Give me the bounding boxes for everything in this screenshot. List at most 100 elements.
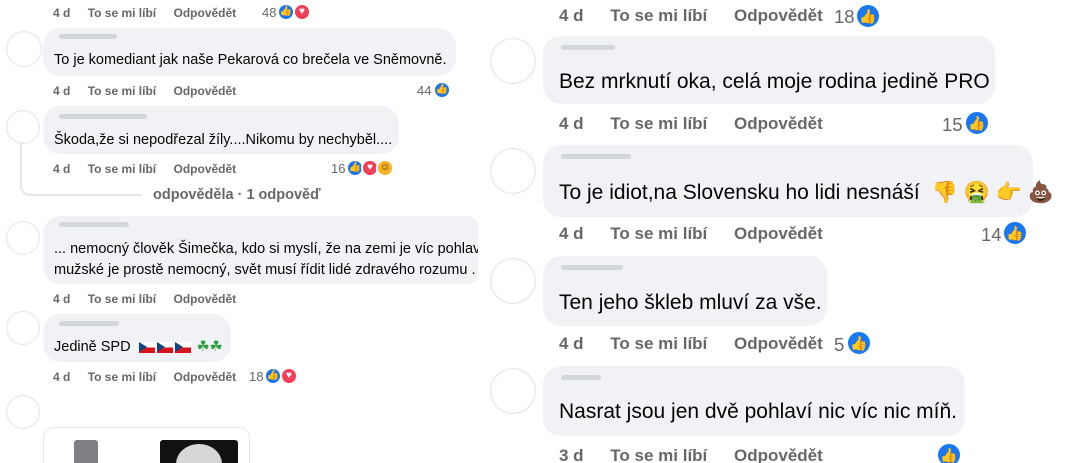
poop-icon: 💩 [1027,181,1054,205]
comment-bubble: Jedině SPD ☘☘ [43,314,231,362]
reaction-count: 5 [834,334,845,355]
timestamp: 4 d [53,6,71,20]
attachment-thumbnail [160,440,238,463]
timestamp: 4 d [559,6,584,25]
reply-link[interactable]: Odpovědět [734,224,823,244]
like-link[interactable]: To se mi líbí [610,6,707,26]
comment-text: Jedině SPD ☘☘ [54,339,223,355]
reaction-count: 18 [249,369,264,384]
comment-meta-row: 3 d To se mi líbí Odpovědět [559,446,823,463]
commenter-name-redacted[interactable] [59,321,119,326]
comment-bubble: To je komediant jak naše Pekarová co bre… [43,28,456,76]
czech-flag-icon [138,339,193,355]
view-replies-link[interactable]: odpověděla · 1 odpověď [153,187,321,203]
comment-text: To je komediant jak naše Pekarová co bre… [54,52,447,68]
comment-bubble: Nasrat jsou jen dvě pohlaví nic víc nic … [543,366,965,436]
like-icon: 👍 [964,110,990,136]
like-icon: 👍 [846,330,872,356]
like-link[interactable]: To se mi líbí [610,446,707,463]
avatar[interactable] [6,31,42,67]
reaction-count: 15 [942,114,963,135]
thread-connector [20,142,142,196]
commenter-name-redacted[interactable] [59,34,117,39]
reply-link[interactable]: Odpovědět [174,370,237,384]
shamrock-icon: ☘☘ [196,339,223,356]
comment-bubble: Ten jeho škleb mluví za vše. [543,256,827,326]
reply-link[interactable]: Odpovědět [734,6,823,26]
commenter-name-redacted[interactable] [59,114,147,119]
commenter-name-redacted[interactable] [561,375,601,380]
avatar[interactable] [490,368,536,414]
comment-text: To je idiot,na Slovensku ho lidi nesnáší… [559,181,1054,205]
avatar[interactable] [490,38,536,84]
reaction-count: 18 [834,6,855,27]
love-icon: ♥ [280,367,298,385]
avatar[interactable] [490,148,536,194]
comment-text: Ten jeho škleb mluví za vše. [559,291,822,314]
reaction-count: 16 [331,161,346,176]
timestamp: 4 d [53,84,71,98]
reply-link[interactable]: Odpovědět [174,6,237,20]
like-icon: 👍 [936,442,962,463]
like-link[interactable]: To se mi líbí [610,334,707,354]
thumbs-down-icon: 👎 [931,181,958,205]
timestamp: 3 d [559,446,584,463]
reply-link[interactable]: Odpovědět [734,334,823,354]
timestamp: 4 d [559,334,584,353]
avatar[interactable] [6,221,40,255]
reaction-count: 44 [417,83,432,98]
pointing-hand-icon: 👉 [995,181,1022,205]
like-icon: 👍 [1002,220,1028,246]
like-link[interactable]: To se mi líbí [88,6,156,20]
right-comments-panel: 4 d To se mi líbí Odpovědět 18 👍 Bez mrk… [484,0,1080,463]
comment-meta-row: 4 d To se mi líbí Odpovědět [559,114,823,134]
commenter-name-redacted[interactable] [59,222,129,227]
comment-meta-row: 4 d To se mi líbí Odpovědět [53,292,236,306]
comment-bubble: ... nemocný člověk Šimečka, kdo si myslí… [43,216,478,284]
reply-link[interactable]: Odpovědět [174,162,237,176]
comment-text: Nasrat jsou jen dvě pohlaví nic víc nic … [559,400,958,423]
avatar[interactable] [6,110,40,144]
comment-text: Bez mrknutí oka, celá moje rodina jedině… [559,70,990,93]
comment-text: ... nemocný člověk Šimečka, kdo si myslí… [54,241,478,257]
like-link[interactable]: To se mi líbí [610,114,707,134]
reply-link[interactable]: Odpovědět [174,84,237,98]
comment-text: mužské je prostě nemocný, svět musí řídi… [54,262,476,278]
left-comments-panel: 4 d To se mi líbí Odpovědět 48 👍 ♥ To je… [0,0,478,463]
comment-text-content: Jedině SPD [54,339,131,355]
reaction-count: 14 [981,224,1002,245]
comment-bubble: Bez mrknutí oka, celá moje rodina jedině… [543,36,995,104]
timestamp: 4 d [559,114,584,133]
attachment-thumbnail [74,440,98,463]
reply-link[interactable]: Odpovědět [174,292,237,306]
timestamp: 4 d [559,224,584,243]
like-link[interactable]: To se mi líbí [88,370,156,384]
reaction-count: 48 [262,5,277,20]
love-icon: ♥ [293,3,311,21]
like-icon: 👍 [433,81,451,99]
commenter-name-redacted[interactable] [561,45,615,50]
commenter-name-redacted[interactable] [561,265,623,270]
like-link[interactable]: To se mi líbí [610,224,707,244]
comment-text-content: To je idiot,na Slovensku ho lidi nesnáší [559,181,920,204]
image-attachment[interactable] [43,427,250,463]
commenter-name-redacted[interactable] [561,154,631,159]
avatar[interactable] [6,395,40,429]
comment-meta-row: 4 d To se mi líbí Odpovědět [53,6,236,20]
comment-meta-row: 4 d To se mi líbí Odpovědět [559,224,823,244]
avatar[interactable] [6,311,40,345]
timestamp: 4 d [53,370,71,384]
like-icon: 👍 [855,3,881,29]
avatar[interactable] [490,258,536,304]
comment-bubble: To je idiot,na Slovensku ho lidi nesnáší… [543,145,1054,217]
like-link[interactable]: To se mi líbí [88,84,156,98]
reply-link[interactable]: Odpovědět [734,114,823,134]
reply-link[interactable]: Odpovědět [734,446,823,463]
haha-icon: ☺ [376,159,394,177]
vomiting-face-icon: 🤮 [963,181,990,205]
comment-meta-row: 4 d To se mi líbí Odpovědět [559,334,823,354]
timestamp: 4 d [53,292,71,306]
comment-meta-row: 4 d To se mi líbí Odpovědět [53,84,236,98]
comment-meta-row: 4 d To se mi líbí Odpovědět [53,370,236,384]
like-link[interactable]: To se mi líbí [88,292,156,306]
